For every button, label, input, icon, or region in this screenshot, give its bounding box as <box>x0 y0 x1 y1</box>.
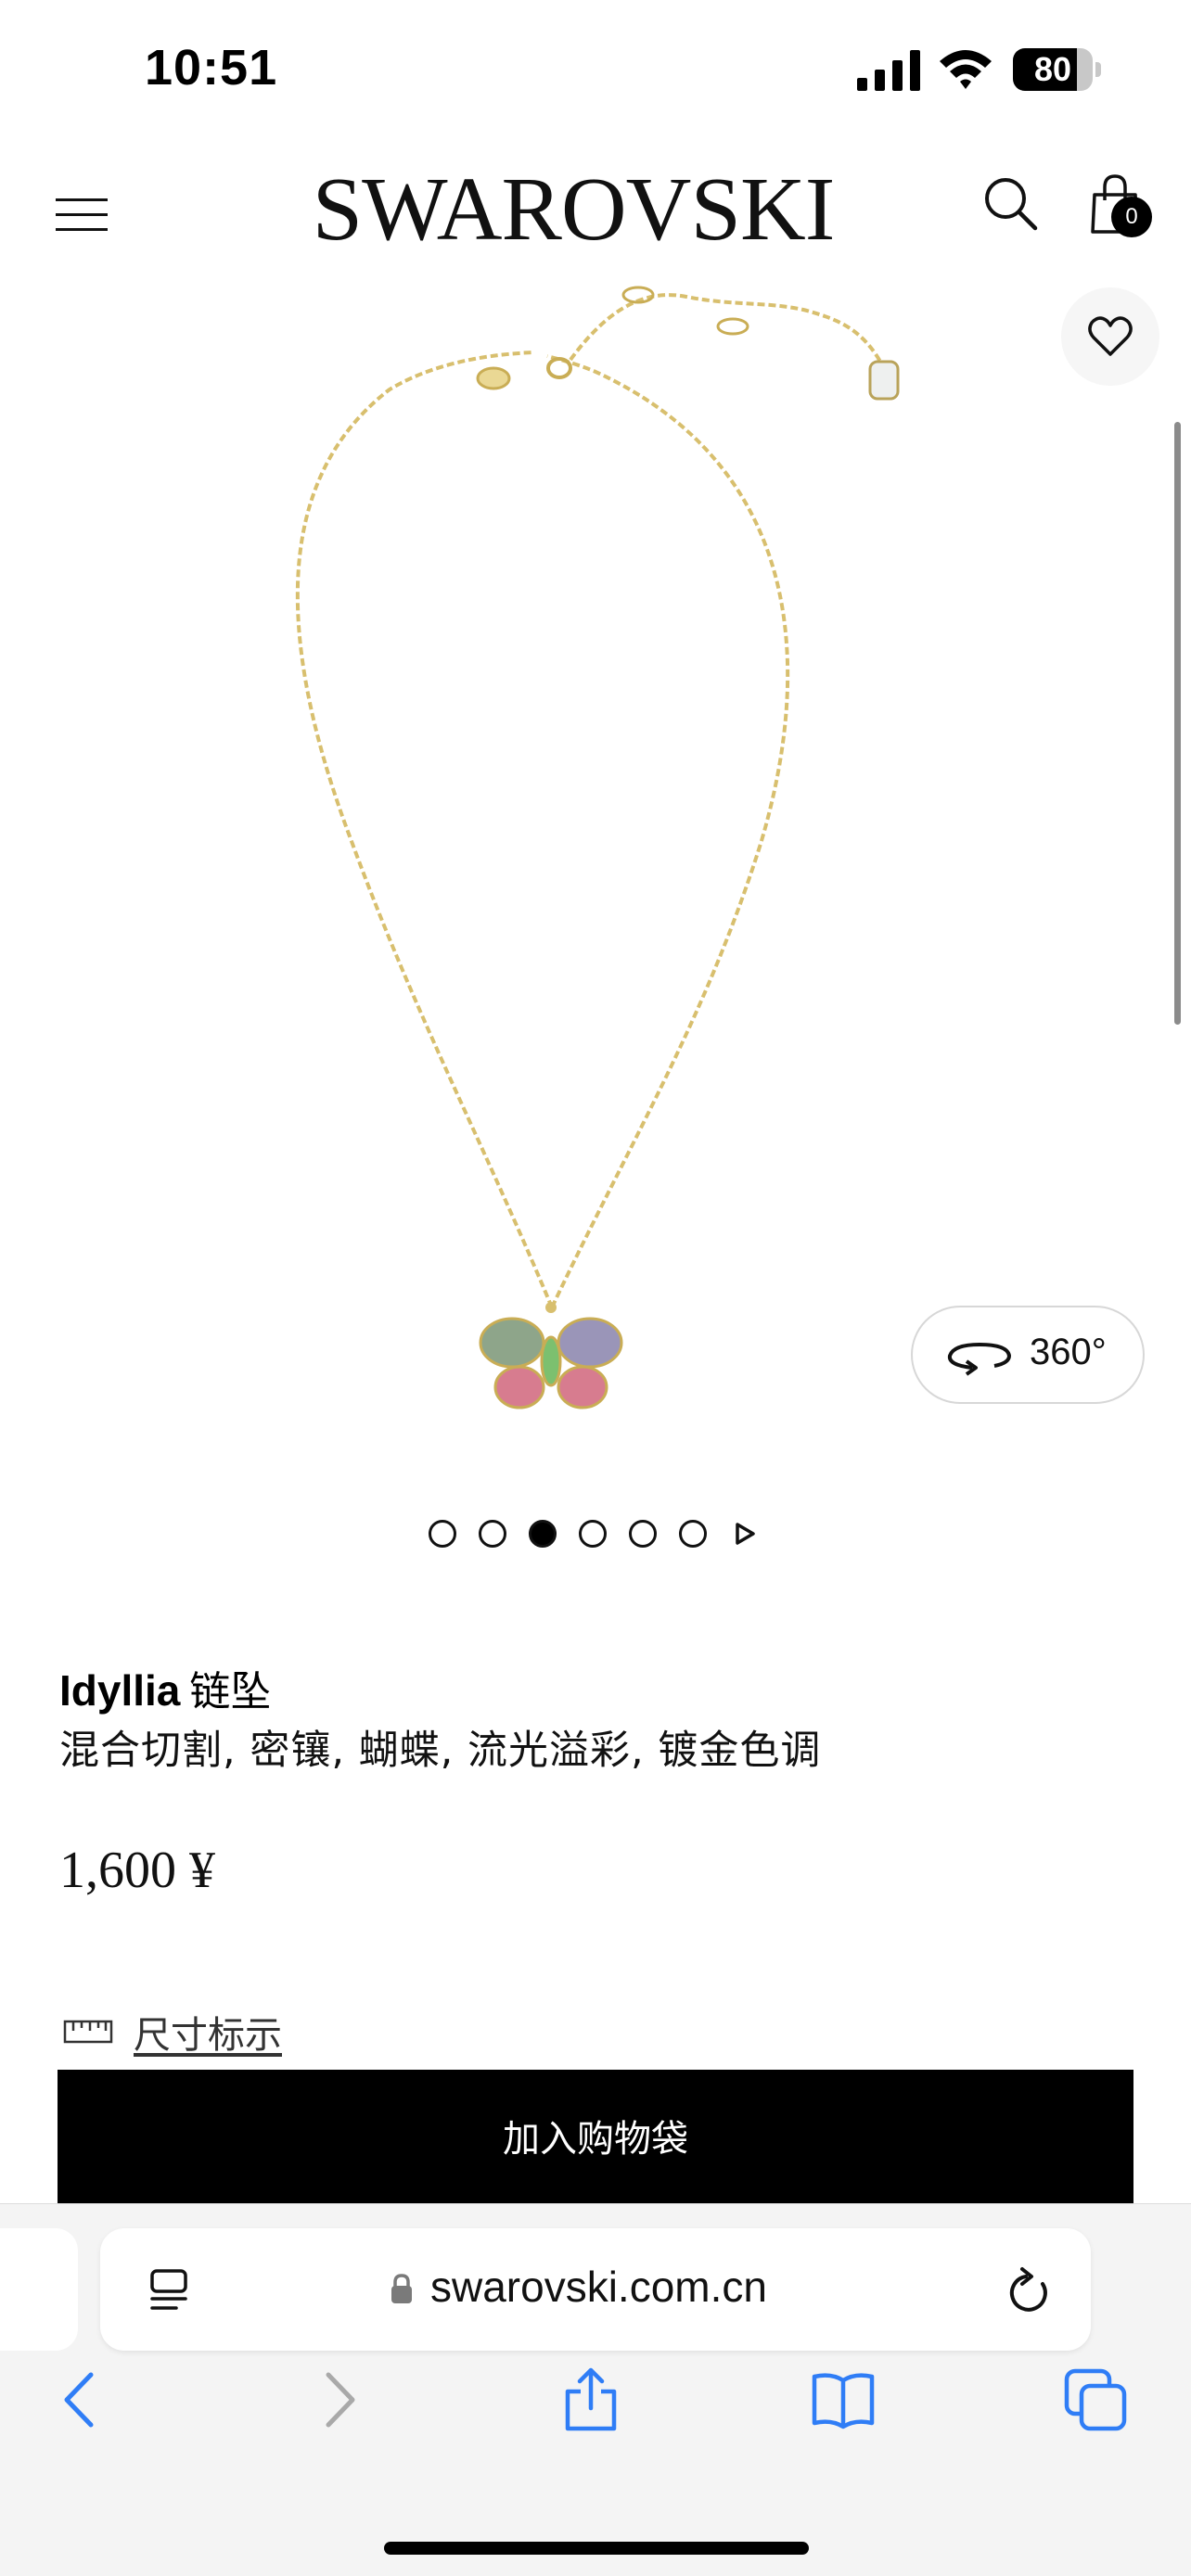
lock-icon <box>391 2274 412 2303</box>
pagination-dot-active[interactable] <box>529 1520 557 1548</box>
product-image-gallery[interactable] <box>0 278 1191 1447</box>
battery-indicator: 80 <box>1013 48 1102 91</box>
home-indicator <box>384 2542 809 2555</box>
address-bar[interactable]: swarovski.com.cn <box>100 2228 1091 2351</box>
reload-icon[interactable] <box>1005 2265 1054 2315</box>
menu-icon[interactable] <box>56 195 108 236</box>
share-icon[interactable] <box>558 2367 623 2432</box>
search-icon[interactable] <box>981 174 1041 234</box>
gallery-pagination <box>429 1518 762 1549</box>
pagination-dot[interactable] <box>579 1520 607 1548</box>
page-scrollbar[interactable] <box>1174 422 1181 1025</box>
bookmarks-icon[interactable] <box>811 2367 876 2432</box>
wifi-icon <box>940 50 992 89</box>
browser-toolbar: swarovski.com.cn <box>0 2203 1191 2576</box>
product-price: 1,600 ¥ <box>59 1842 215 1899</box>
view-360-label: 360° <box>1030 1332 1107 1372</box>
pagination-dot[interactable] <box>479 1520 506 1548</box>
pagination-dot[interactable] <box>629 1520 657 1548</box>
battery-percent: 80 <box>1033 50 1072 88</box>
previous-tab-preview[interactable] <box>0 2228 78 2351</box>
url-text[interactable]: swarovski.com.cn <box>430 2262 767 2312</box>
product-image <box>295 286 900 1409</box>
product-type: 链坠 <box>189 1668 272 1715</box>
add-to-bag-button[interactable]: 加入购物袋 <box>58 2070 1133 2205</box>
ruler-icon <box>63 2020 113 2044</box>
cellular-signal-icon <box>857 50 920 91</box>
forward-arrow-icon[interactable] <box>306 2367 371 2432</box>
back-arrow-icon[interactable] <box>48 2367 113 2432</box>
tabs-icon[interactable] <box>1063 2367 1128 2432</box>
view-360-button[interactable]: 360° <box>911 1306 1145 1404</box>
reader-mode-icon[interactable] <box>147 2267 191 2314</box>
size-guide-label[interactable]: 尺寸标示 <box>134 2005 282 2059</box>
product-name: Idyllia 链坠 <box>59 1658 271 1717</box>
bag-count-badge: 0 <box>1111 197 1152 237</box>
product-collection-name: Idyllia <box>59 1666 181 1715</box>
status-time: 10:51 <box>145 40 278 96</box>
site-header: SWAROVSKI 0 <box>0 139 1191 278</box>
status-bar: 10:51 80 <box>0 0 1191 139</box>
brand-logo[interactable]: SWAROVSKI <box>278 158 868 261</box>
heart-icon <box>1088 316 1133 356</box>
product-description: 混合切割, 密镶, 蝴蝶, 流光溢彩, 镀金色调 <box>59 1728 822 1774</box>
pagination-dot[interactable] <box>429 1520 456 1548</box>
play-next-icon[interactable] <box>733 1522 757 1546</box>
pagination-dot[interactable] <box>679 1520 707 1548</box>
wishlist-button[interactable] <box>1061 287 1159 386</box>
add-to-bag-label: 加入购物袋 <box>503 2118 688 2161</box>
rotate-360-icon <box>947 1342 1012 1376</box>
